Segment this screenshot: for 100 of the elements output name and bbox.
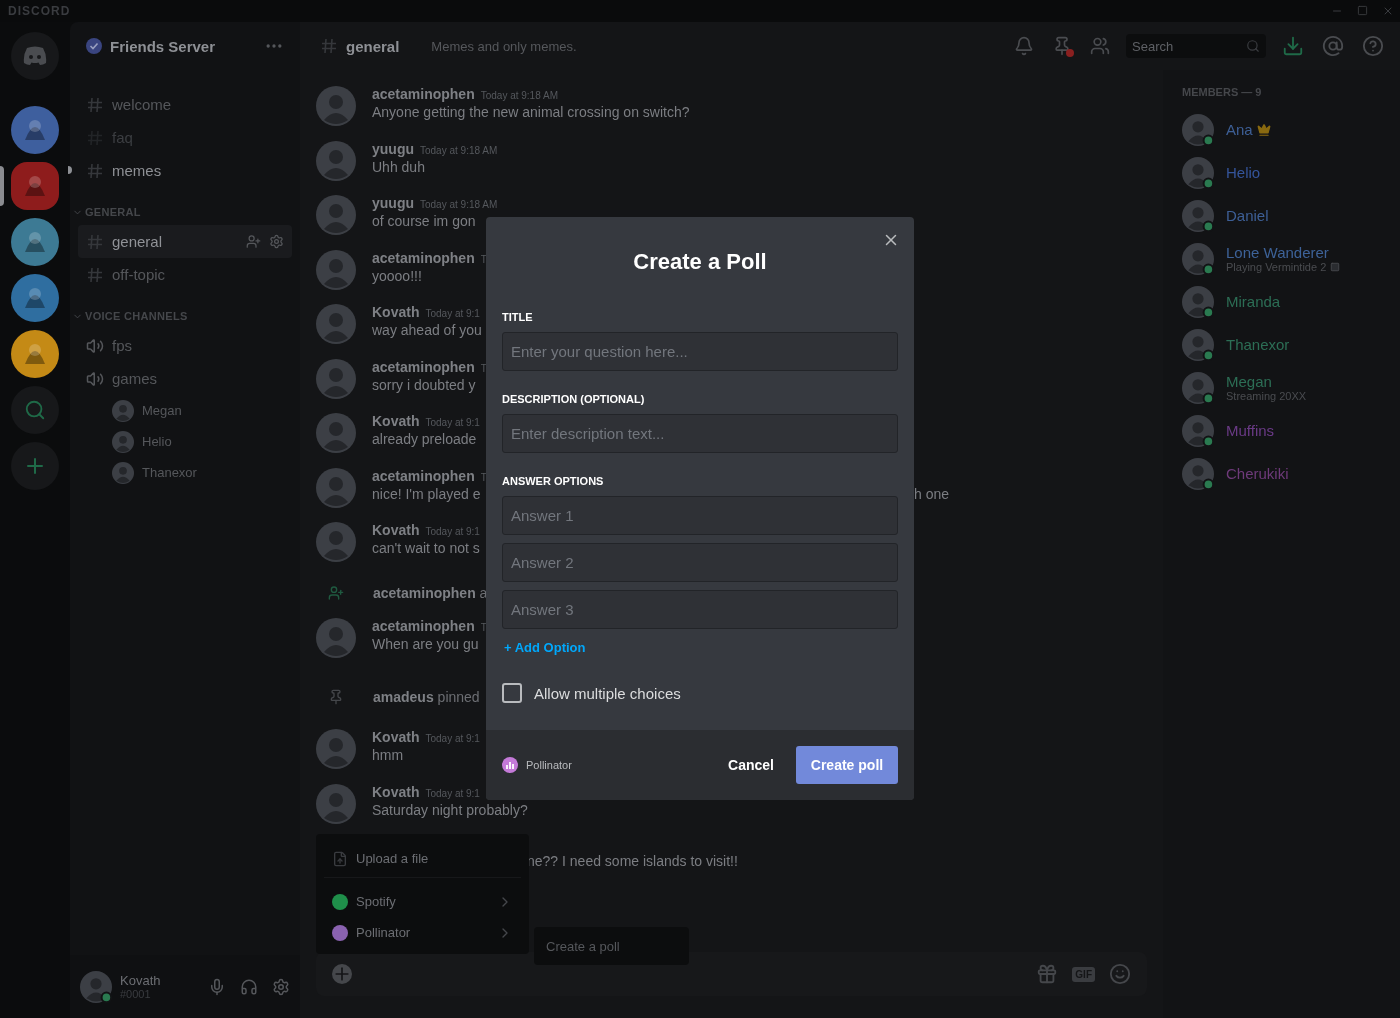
- timestamp: Today at 9:1: [425, 733, 480, 744]
- member-name[interactable]: Thanexor: [1226, 336, 1290, 353]
- pin-icon: [328, 688, 344, 705]
- search-button[interactable]: [11, 386, 59, 434]
- avatar: [112, 399, 134, 422]
- settings-icon[interactable]: [272, 977, 290, 996]
- field-label: ANSWER OPTIONS: [502, 475, 605, 487]
- add-option-link[interactable]: + Add Option: [504, 640, 898, 655]
- cancel-button[interactable]: Cancel: [722, 756, 780, 774]
- members-icon[interactable]: [1090, 36, 1110, 56]
- server-icon[interactable]: [11, 218, 59, 266]
- search-field[interactable]: Search: [1126, 34, 1266, 58]
- timestamp: T: [480, 471, 487, 483]
- member-name[interactable]: Ana: [1226, 121, 1253, 138]
- home-button[interactable]: [11, 32, 59, 80]
- username[interactable]: Kovath: [372, 413, 420, 429]
- member-name[interactable]: Miranda: [1226, 293, 1281, 310]
- channel-item[interactable]: memes: [78, 154, 292, 187]
- voice-user[interactable]: Helio: [142, 434, 172, 449]
- join-icon: [328, 585, 344, 601]
- username[interactable]: Kovath: [372, 729, 420, 745]
- input-field[interactable]: Enter your question here...: [502, 332, 898, 371]
- add-server-button[interactable]: [11, 442, 59, 490]
- channel-item[interactable]: welcome: [78, 88, 292, 121]
- username[interactable]: Kovath: [372, 522, 420, 538]
- hash-icon: [86, 161, 104, 180]
- app-icon: [502, 757, 518, 773]
- avatar: [316, 86, 356, 126]
- avatar: [316, 140, 356, 181]
- timestamp: Today at 9:1: [425, 526, 480, 537]
- avatar: [1182, 156, 1214, 189]
- channel-item[interactable]: general: [78, 225, 292, 258]
- answer-field[interactable]: Answer 3: [502, 590, 898, 629]
- username[interactable]: acetaminophen: [372, 467, 475, 484]
- server-name[interactable]: Friends Server: [110, 37, 256, 55]
- server-icon[interactable]: [11, 106, 59, 154]
- avatar: [316, 249, 356, 290]
- answer-field[interactable]: Answer 2: [502, 543, 898, 582]
- download-icon[interactable]: [1282, 35, 1304, 57]
- member-name[interactable]: Lone Wanderer: [1226, 244, 1329, 261]
- emoji-icon[interactable]: [1109, 963, 1131, 985]
- message-text: h one: [913, 485, 949, 502]
- invite-icon[interactable]: [246, 234, 261, 249]
- avatar: [316, 522, 356, 562]
- menu-item[interactable]: Pollinator: [324, 917, 521, 948]
- member-name[interactable]: Daniel: [1226, 207, 1269, 224]
- timestamp: Today at 9:1: [425, 417, 480, 428]
- checkbox[interactable]: [502, 683, 522, 703]
- avatar: [1182, 113, 1214, 146]
- username[interactable]: acetaminophen: [372, 617, 475, 634]
- system-message: acetaminophen a: [373, 585, 488, 601]
- voice-user[interactable]: Thanexor: [142, 465, 197, 480]
- settings-icon[interactable]: [269, 234, 284, 249]
- avatar: [1182, 199, 1214, 232]
- server-icon[interactable]: [11, 274, 59, 322]
- channel-item[interactable]: off-topic: [78, 258, 292, 291]
- pin-icon[interactable]: [1052, 36, 1072, 56]
- hash-icon: [320, 37, 338, 55]
- username[interactable]: Kovath: [372, 783, 420, 800]
- menu-item[interactable]: Create a poll: [540, 938, 626, 954]
- notification-bell-icon[interactable]: [1014, 36, 1034, 56]
- member-name[interactable]: Helio: [1226, 164, 1261, 181]
- member-activity: Playing Vermintide 2: [1226, 261, 1327, 273]
- username[interactable]: Kovath: [372, 304, 420, 320]
- gift-icon[interactable]: [1036, 963, 1059, 985]
- input-field[interactable]: Enter description text...: [502, 414, 898, 453]
- username[interactable]: acetaminophen: [372, 249, 475, 266]
- message-text: Anyone getting the new animal crossing on switch?: [372, 104, 690, 120]
- channel-title: general: [346, 37, 400, 55]
- avatar: [1182, 414, 1214, 447]
- hash-icon: [86, 95, 104, 114]
- speaker-icon: [86, 336, 104, 355]
- username[interactable]: yuugu: [372, 195, 414, 211]
- headphones-icon[interactable]: [240, 977, 258, 996]
- member-name[interactable]: Cherukiki: [1226, 465, 1289, 482]
- maximize-icon[interactable]: [1357, 5, 1368, 16]
- server-icon[interactable]: [11, 330, 59, 378]
- microphone-icon[interactable]: [208, 977, 226, 996]
- menu-item[interactable]: Upload a file: [324, 840, 521, 878]
- close-icon[interactable]: [1382, 5, 1394, 17]
- channel-item[interactable]: fps: [78, 329, 292, 362]
- username[interactable]: acetaminophen: [372, 86, 475, 102]
- member-name[interactable]: Muffins: [1226, 422, 1275, 439]
- username[interactable]: yuugu: [372, 140, 414, 157]
- answer-field[interactable]: Answer 1: [502, 496, 898, 535]
- member-name[interactable]: Megan: [1226, 373, 1272, 390]
- menu-item[interactable]: Spotify: [324, 886, 521, 917]
- channel-item[interactable]: games: [78, 362, 292, 395]
- voice-user[interactable]: Megan: [142, 403, 182, 418]
- help-icon[interactable]: [1362, 35, 1384, 57]
- username[interactable]: acetaminophen: [372, 358, 475, 375]
- create-poll-button[interactable]: Create poll: [796, 746, 898, 784]
- mention-icon[interactable]: [1322, 35, 1344, 57]
- message-text: nice! I'm played e: [372, 485, 481, 502]
- avatar: [316, 413, 356, 453]
- attach-icon[interactable]: [332, 964, 352, 984]
- server-icon[interactable]: [11, 162, 59, 210]
- checkbox-label: Allow multiple choices: [534, 684, 681, 702]
- message-text: Saturday night probably?: [372, 801, 528, 818]
- hash-icon: [86, 232, 104, 251]
